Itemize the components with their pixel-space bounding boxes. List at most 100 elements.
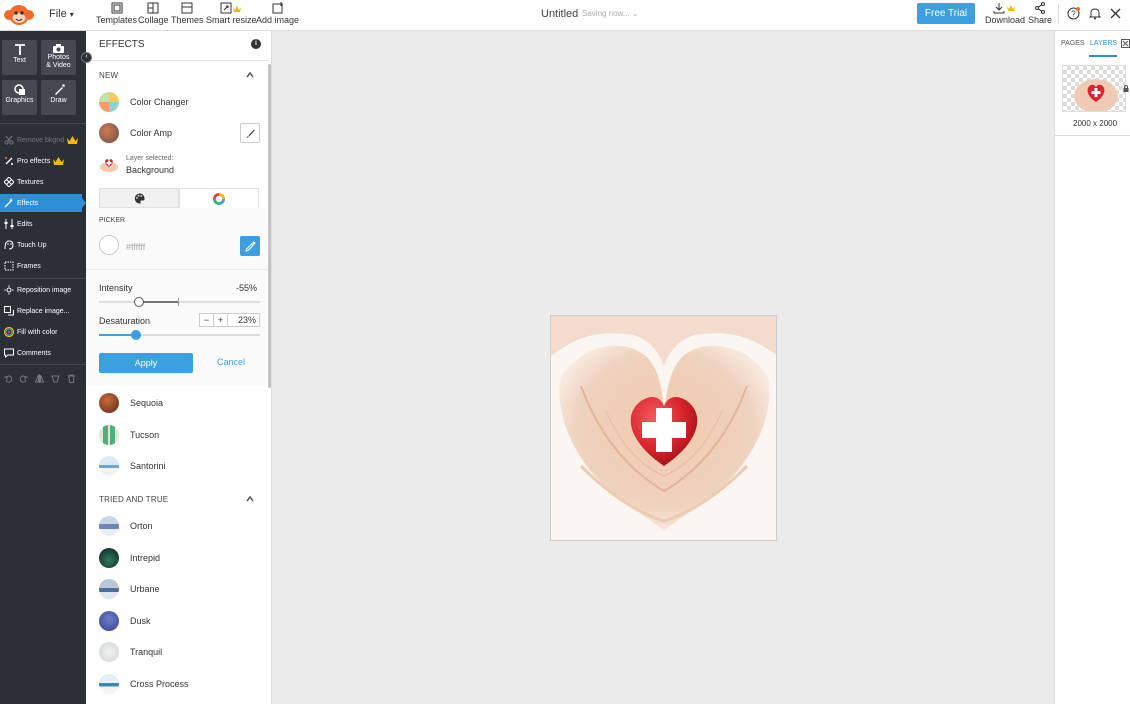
free-trial-button[interactable]: Free Trial (917, 3, 975, 24)
chevron-up-icon[interactable] (246, 71, 254, 79)
sidebar-item-touch-up[interactable]: Touch Up (0, 236, 82, 254)
effect-label: Tranquil (130, 647, 163, 657)
chevron-up-icon[interactable] (246, 495, 254, 503)
redo-icon[interactable] (19, 374, 28, 383)
add-image-button[interactable]: Add image (256, 2, 299, 25)
share-icon (1035, 2, 1046, 14)
active-tab-indicator (1089, 55, 1117, 57)
collage-label: Collage (138, 15, 169, 25)
arrange-icon[interactable] (51, 374, 60, 383)
share-label: Share (1028, 15, 1053, 25)
templates-icon (111, 2, 123, 14)
crown-icon (67, 135, 79, 144)
close-panel-icon[interactable] (1121, 39, 1130, 48)
effect-label: Tucson (130, 430, 160, 440)
text-tool-tile[interactable]: Text (2, 40, 37, 75)
effect-orton[interactable]: Orton (99, 514, 153, 538)
cancel-button[interactable]: Cancel (217, 357, 245, 367)
effect-thumbnail (99, 393, 119, 413)
effect-thumbnail (99, 611, 119, 631)
layer-selected-info: Layer selected: Background (99, 152, 174, 175)
sidebar-item-fill-with-color[interactable]: Fill with color (0, 323, 82, 341)
effect-cross-process[interactable]: Cross Process (99, 672, 189, 696)
bell-icon[interactable] (1089, 7, 1101, 20)
desaturation-stepper: − + 23% (199, 313, 260, 327)
sidebar-item-label: Pro effects (17, 157, 51, 165)
photos-video-tile[interactable]: Photos & Video (41, 40, 76, 75)
layer-selected-value: Background (126, 165, 175, 175)
smart-resize-button[interactable]: Smart resize (206, 2, 257, 25)
effect-mode-tabs (99, 188, 260, 208)
close-icon[interactable] (1110, 8, 1121, 19)
increment-button[interactable]: + (214, 314, 228, 326)
page-thumbnail-image (1074, 79, 1118, 111)
divider (1058, 4, 1059, 24)
sidebar-item-label: Frames (17, 262, 41, 270)
svg-text:?: ? (1071, 10, 1076, 19)
tab-palette[interactable] (99, 188, 179, 208)
sidebar-item-frames[interactable]: Frames (0, 257, 82, 275)
effect-santorini[interactable]: Santorini (99, 454, 166, 478)
document-title[interactable]: Untitled (541, 8, 578, 20)
sidebar-item-effects[interactable]: Effects (0, 194, 82, 212)
flip-icon[interactable] (35, 374, 44, 383)
effect-color-changer[interactable]: Color Changer (99, 90, 189, 114)
sidebar-item-label: Textures (17, 178, 44, 186)
download-label: Download (985, 15, 1026, 25)
picked-color-swatch[interactable] (99, 235, 119, 255)
edits-icon (0, 219, 17, 229)
effect-thumbnail (99, 548, 119, 568)
effect-intrepid[interactable]: Intrepid (99, 546, 160, 570)
effect-urbane[interactable]: Urbane (99, 577, 160, 601)
page-thumbnail[interactable] (1062, 65, 1126, 112)
sidebar-item-reposition-image[interactable]: Reposition image (0, 281, 82, 299)
sidebar-item-edits[interactable]: Edits (0, 215, 82, 233)
themes-button[interactable]: Themes (171, 2, 204, 25)
effect-color-amp[interactable]: Color Amp (99, 121, 172, 145)
picmonkey-logo[interactable] (2, 2, 36, 28)
intensity-slider-fill (139, 301, 179, 303)
sidebar-item-textures[interactable]: Textures (0, 173, 82, 191)
draw-tile[interactable]: Draw (41, 80, 76, 115)
effect-dusk[interactable]: Dusk (99, 609, 151, 633)
undo-icon[interactable] (4, 374, 13, 383)
sidebar-item-replace-image[interactable]: Replace image... (0, 302, 82, 320)
collage-button[interactable]: Collage (138, 2, 169, 25)
intensity-slider[interactable] (99, 297, 260, 307)
decrement-button[interactable]: − (200, 314, 214, 326)
tab-pages[interactable]: PAGES (1061, 40, 1085, 47)
tab-color-wheel[interactable] (179, 188, 259, 208)
sidebar-item-remove-bkgnd[interactable]: Remove bkgnd (0, 131, 82, 149)
graphics-tile-label: Graphics (5, 97, 34, 104)
eyedropper-button[interactable] (240, 236, 260, 256)
effect-sequoia[interactable]: Sequoia (99, 391, 163, 415)
picked-color-hex[interactable]: #ffffff (126, 242, 145, 252)
effect-tucson[interactable]: Tucson (99, 423, 159, 447)
trash-icon[interactable] (67, 374, 76, 383)
share-button[interactable]: Share (1028, 2, 1052, 25)
download-button[interactable]: Download (985, 2, 1025, 25)
apply-button[interactable]: Apply (99, 353, 193, 373)
edit-effect-button[interactable] (240, 123, 260, 143)
file-menu[interactable]: File ▾ (49, 8, 74, 20)
collapse-panel-button[interactable]: ‹ (81, 52, 92, 63)
effect-label: Cross Process (130, 679, 189, 689)
panel-scrollbar[interactable] (268, 64, 271, 388)
desaturation-slider-handle[interactable] (131, 330, 142, 340)
desaturation-slider[interactable] (99, 330, 260, 340)
sidebar-item-comments[interactable]: Comments (0, 344, 82, 362)
intensity-slider-handle[interactable] (134, 297, 145, 307)
canvas-image[interactable] (550, 315, 777, 541)
smart-resize-icon (220, 2, 242, 14)
effect-tranquil[interactable]: Tranquil (99, 640, 162, 664)
tab-layers[interactable]: LAYERS (1090, 40, 1117, 47)
info-icon[interactable]: i (251, 39, 261, 49)
graphics-tile[interactable]: Graphics (2, 80, 37, 115)
templates-button[interactable]: Templates (96, 2, 137, 25)
graphics-icon (13, 84, 25, 95)
sidebar-item-pro-effects[interactable]: Pro effects (0, 152, 82, 170)
effect-label: Santorini (130, 461, 166, 471)
photos-tile-label-2: & Video (46, 62, 71, 69)
help-icon[interactable]: ? (1067, 7, 1080, 20)
desaturation-value[interactable]: 23% (228, 314, 259, 326)
